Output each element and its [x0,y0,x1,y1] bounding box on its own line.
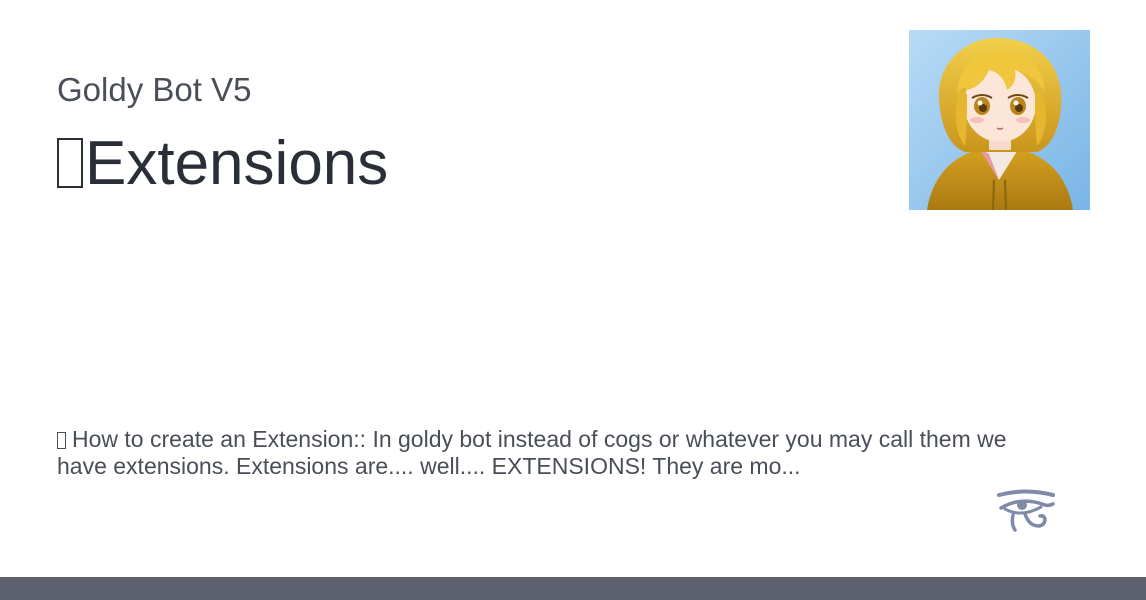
missing-glyph-icon [57,138,83,188]
footer-bar [0,577,1146,600]
avatar [909,30,1090,210]
anime-girl-avatar-icon [909,30,1090,210]
page-title-text: Extensions [85,129,389,198]
page-description-text: How to create an Extension:: In goldy bo… [57,426,1007,479]
eye-of-horus-icon [995,488,1057,534]
page-description: How to create an Extension:: In goldy bo… [57,426,1057,480]
site-name: Goldy Bot V5 [57,71,252,108]
page-title: Extensions [57,126,388,202]
missing-glyph-icon [57,432,66,449]
link-preview-card: Goldy Bot V5 Extensions How to create an… [0,0,1146,600]
